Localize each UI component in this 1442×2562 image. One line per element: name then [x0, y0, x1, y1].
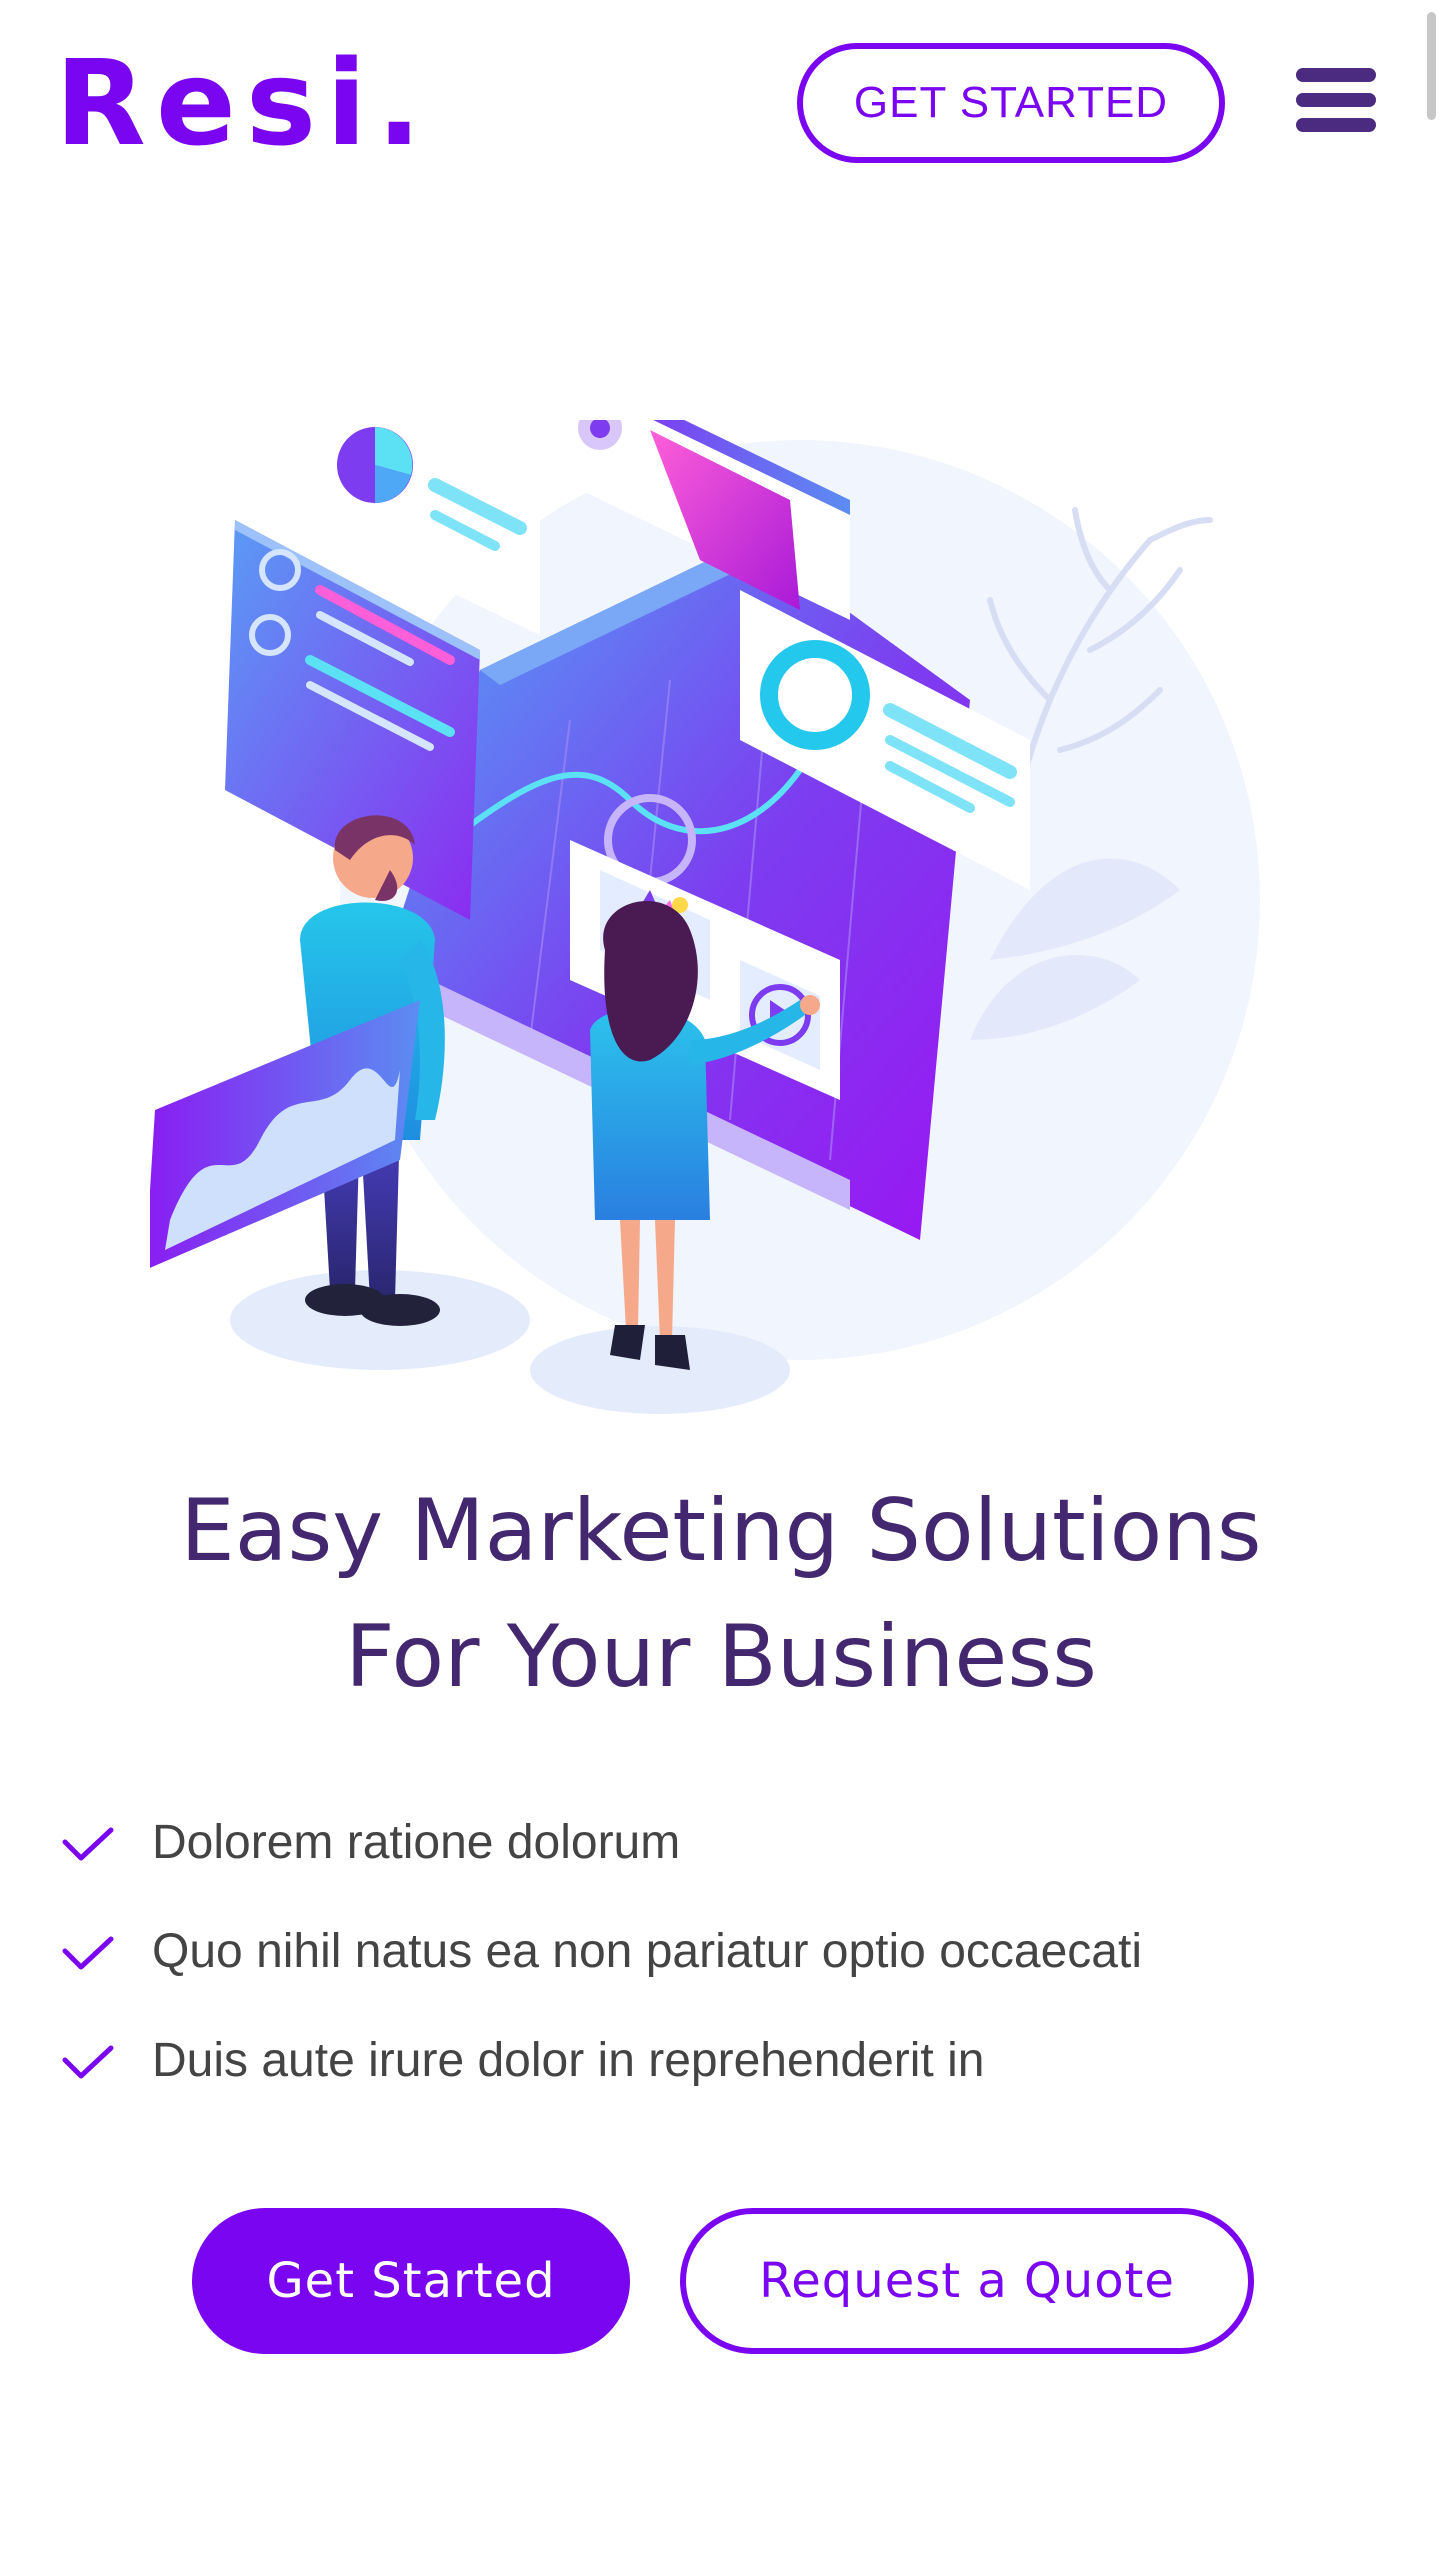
feature-item: Quo nihil natus ea non pariatur optio oc… — [60, 1917, 1380, 2026]
hero-title-line-1: Easy Marketing Solutions — [180, 1481, 1262, 1581]
feature-list: Dolorem ratione dolorum Quo nihil natus … — [60, 1808, 1380, 2135]
hero-illustration — [150, 420, 1290, 1440]
logo[interactable]: Resi. — [55, 38, 431, 168]
header-get-started-button[interactable]: GET STARTED — [797, 43, 1225, 163]
feature-text: Duis aute irure dolor in reprehenderit i… — [152, 2034, 985, 2087]
site-header: Resi. GET STARTED — [0, 0, 1442, 210]
check-icon — [62, 2045, 114, 2079]
hero-title-line-2: For Your Business — [345, 1607, 1097, 1707]
menu-bar — [1296, 68, 1376, 82]
marketing-dashboard-illustration — [150, 420, 1260, 1414]
scrollbar-thumb[interactable] — [1427, 12, 1436, 120]
check-icon — [62, 1827, 114, 1861]
feature-text: Quo nihil natus ea non pariatur optio oc… — [152, 1925, 1142, 1978]
menu-bar — [1296, 93, 1376, 107]
menu-bar — [1296, 118, 1376, 132]
request-quote-button[interactable]: Request a Quote — [680, 2208, 1254, 2354]
feature-text: Dolorem ratione dolorum — [152, 1816, 681, 1869]
hamburger-menu-icon[interactable] — [1296, 68, 1376, 132]
hero-title: Easy Marketing Solutions For Your Busine… — [60, 1468, 1382, 1720]
get-started-button[interactable]: Get Started — [192, 2208, 630, 2354]
check-icon — [62, 1936, 114, 1970]
feature-item: Duis aute irure dolor in reprehenderit i… — [60, 2026, 1380, 2135]
feature-item: Dolorem ratione dolorum — [60, 1808, 1380, 1917]
